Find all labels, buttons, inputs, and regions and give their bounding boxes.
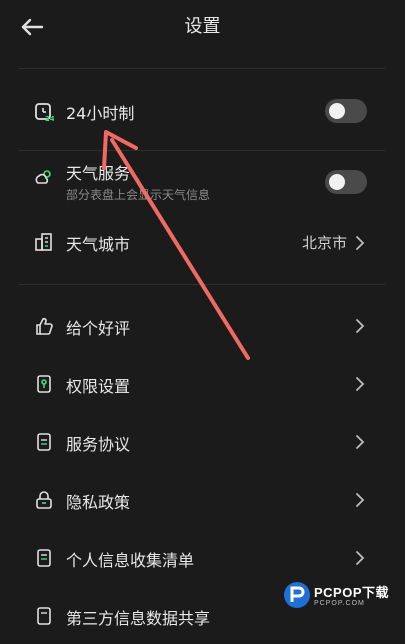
row-rate-us[interactable]: 给个好评 <box>0 298 405 352</box>
watermark: PCPOP下载 PCPOP.COM <box>282 578 402 612</box>
weather-city-value: 北京市 <box>301 234 347 252</box>
row-24-hour-format[interactable]: 24 24小时制 <box>0 84 405 138</box>
chevron-right-icon <box>356 236 365 250</box>
row-permission-settings[interactable]: 权限设置 <box>0 356 405 410</box>
row-privacy-policy[interactable]: 隐私政策 <box>0 472 405 526</box>
document-icon <box>37 433 51 451</box>
chevron-right-icon <box>356 493 365 507</box>
chevron-right-icon <box>356 319 365 333</box>
chevron-right-icon <box>356 435 365 449</box>
chevron-right-icon <box>356 377 365 391</box>
row-weather-city[interactable]: 天气城市 北京市 <box>0 214 405 268</box>
share-document-icon <box>37 607 51 625</box>
divider <box>18 150 385 151</box>
row-label: 天气城市 <box>66 235 131 254</box>
clock-24h-toggle[interactable] <box>325 99 367 123</box>
row-label: 权限设置 <box>66 377 131 396</box>
watermark-brand: PCPOP下载 <box>314 585 390 600</box>
watermark-logo-icon <box>284 582 310 608</box>
page-title: 设置 <box>184 16 221 37</box>
row-sublabel: 部分表盘上会显示天气信息 <box>66 188 211 202</box>
row-personal-info-list[interactable]: 个人信息收集清单 <box>0 530 405 584</box>
toggle-knob <box>329 103 345 119</box>
divider <box>18 68 385 69</box>
row-label: 个人信息收集清单 <box>66 551 195 570</box>
toggle-knob <box>329 174 345 190</box>
weather-icon <box>35 170 51 184</box>
lock-icon <box>36 491 52 509</box>
divider <box>18 284 385 285</box>
row-label: 隐私政策 <box>66 493 131 512</box>
weather-service-toggle[interactable] <box>325 170 367 194</box>
clock-24-icon: 24 <box>35 103 54 122</box>
city-buildings-icon <box>35 233 52 251</box>
list-document-icon <box>37 549 51 567</box>
row-service-agreement[interactable]: 服务协议 <box>0 414 405 468</box>
row-label: 天气服务 <box>66 164 131 183</box>
chevron-right-icon <box>356 551 365 565</box>
header: 设置 <box>0 0 405 48</box>
permission-icon <box>37 375 51 393</box>
row-label: 给个好评 <box>66 319 131 338</box>
thumbs-up-icon <box>36 317 53 335</box>
row-weather-service[interactable]: 天气服务 部分表盘上会显示天气信息 <box>0 154 405 210</box>
row-label: 24小时制 <box>66 104 135 123</box>
row-label: 第三方信息数据共享 <box>66 609 211 628</box>
svg-text:24: 24 <box>45 115 54 122</box>
watermark-sub: PCPOP.COM <box>314 600 365 607</box>
row-label: 服务协议 <box>66 435 131 454</box>
